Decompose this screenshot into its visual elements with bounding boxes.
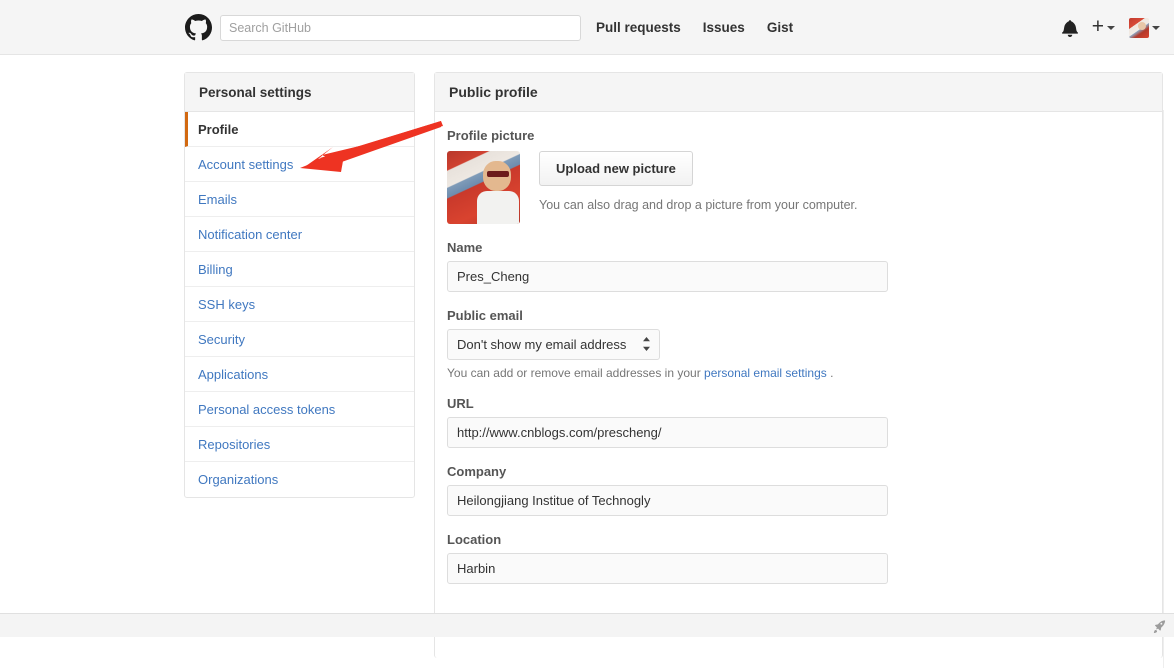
sidebar-item-label: Profile xyxy=(198,121,239,137)
settings-sidebar: Personal settings Profile Account settin… xyxy=(184,72,415,498)
sidebar-item-notification-center[interactable]: Notification center xyxy=(185,217,414,252)
url-field-group: URL xyxy=(447,396,1150,448)
company-label: Company xyxy=(447,464,507,479)
sidebar-item-personal-access-tokens[interactable]: Personal access tokens xyxy=(185,392,414,427)
page-scrollbar[interactable] xyxy=(1163,110,1174,668)
sidebar-item-repositories[interactable]: Repositories xyxy=(185,427,414,462)
sidebar-item-label: Security xyxy=(198,331,245,347)
sidebar-item-security[interactable]: Security xyxy=(185,322,414,357)
create-new-button[interactable]: + xyxy=(1091,15,1115,38)
profile-picture-label: Profile picture xyxy=(447,128,535,143)
company-field-group: Company xyxy=(447,464,1150,516)
personal-email-settings-link[interactable]: personal email settings xyxy=(704,366,827,380)
bottom-status-bar xyxy=(0,613,1174,637)
help-prefix: You can add or remove email addresses in… xyxy=(447,366,705,380)
header-actions: + xyxy=(1061,0,1160,55)
public-email-select[interactable]: Don't show my email address xyxy=(447,329,660,360)
sidebar-item-account-settings[interactable]: Account settings xyxy=(185,147,414,182)
sidebar-title: Personal settings xyxy=(185,73,414,112)
sidebar-item-label: Organizations xyxy=(198,472,279,487)
nav-issues[interactable]: Issues xyxy=(703,20,745,35)
sidebar-item-label: Personal access tokens xyxy=(198,401,336,417)
page-content: Personal settings Profile Account settin… xyxy=(0,55,1174,668)
sidebar-item-label: Account settings xyxy=(198,156,294,172)
top-header-bar: Pull requests Issues Gist + xyxy=(0,0,1174,55)
sidebar-item-emails[interactable]: Emails xyxy=(185,182,414,217)
sidebar-item-ssh-keys[interactable]: SSH keys xyxy=(185,287,414,322)
sunglasses-icon xyxy=(487,171,509,177)
github-mark-icon[interactable] xyxy=(185,14,212,41)
name-field-group: Name xyxy=(447,240,1150,292)
company-input[interactable] xyxy=(447,485,888,516)
url-label: URL xyxy=(447,396,474,411)
profile-photo-icon[interactable] xyxy=(447,151,520,224)
name-input[interactable] xyxy=(447,261,888,292)
profile-picture-row: Upload new picture You can also drag and… xyxy=(447,151,1150,224)
upload-column: Upload new picture You can also drag and… xyxy=(539,151,857,212)
public-email-label: Public email xyxy=(447,308,523,323)
sidebar-item-applications[interactable]: Applications xyxy=(185,357,414,392)
plus-icon: + xyxy=(1091,15,1104,38)
url-input[interactable] xyxy=(447,417,888,448)
location-label: Location xyxy=(447,532,502,547)
upload-help-text: You can also drag and drop a picture fro… xyxy=(539,198,858,212)
chevron-down-icon xyxy=(1152,25,1160,30)
public-email-field-group: Public email Don't show my email address… xyxy=(447,308,1150,380)
nav-gist[interactable]: Gist xyxy=(767,20,793,35)
sidebar-item-label: Notification center xyxy=(198,226,303,242)
public-email-help: You can add or remove email addresses in… xyxy=(447,366,1150,380)
public-email-select-wrap: Don't show my email address xyxy=(447,329,660,360)
nav-pull-requests[interactable]: Pull requests xyxy=(596,20,681,35)
bell-icon[interactable] xyxy=(1061,19,1078,37)
upload-new-picture-button[interactable]: Upload new picture xyxy=(539,151,693,186)
rocket-cursor-icon[interactable] xyxy=(1152,619,1167,634)
avatar xyxy=(1129,17,1149,38)
sidebar-item-label: SSH keys xyxy=(198,296,256,312)
sidebar-item-label: Billing xyxy=(198,261,233,277)
user-menu-button[interactable] xyxy=(1129,17,1160,38)
profile-form: Profile picture Upload new picture You c… xyxy=(435,112,1162,584)
sidebar-item-billing[interactable]: Billing xyxy=(185,252,414,287)
name-label: Name xyxy=(447,240,483,255)
sidebar-item-profile[interactable]: Profile xyxy=(185,112,414,147)
page-title: Public profile xyxy=(435,73,1162,112)
location-input[interactable] xyxy=(447,553,888,584)
location-field-group: Location xyxy=(447,532,1150,584)
public-profile-panel: Public profile Profile picture Upload ne… xyxy=(434,72,1163,658)
help-suffix: . xyxy=(826,366,834,380)
chevron-down-icon xyxy=(1107,25,1115,30)
sidebar-item-label: Applications xyxy=(198,366,269,382)
top-navigation: Pull requests Issues Gist xyxy=(596,0,793,55)
sidebar-item-label: Repositories xyxy=(198,436,271,452)
sidebar-item-organizations[interactable]: Organizations xyxy=(185,462,414,497)
search-input[interactable] xyxy=(220,15,581,41)
sidebar-item-label: Emails xyxy=(198,191,238,207)
